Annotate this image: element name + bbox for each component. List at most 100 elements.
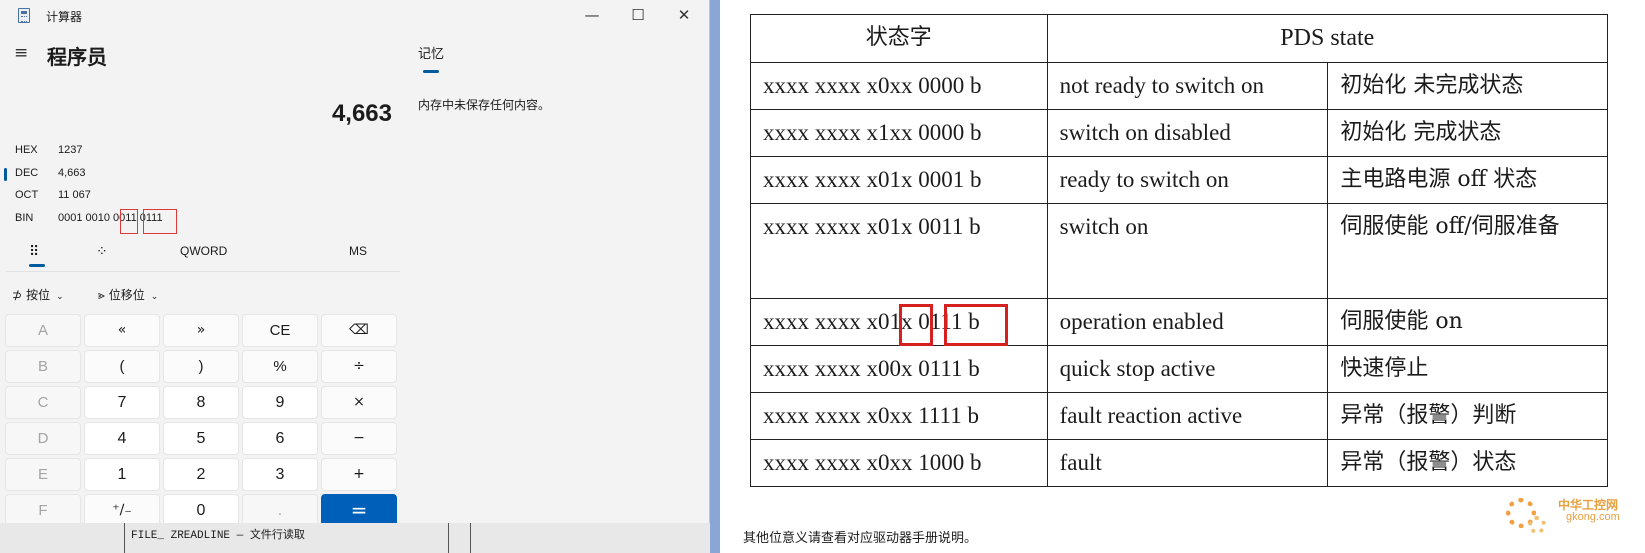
key-hex-d[interactable]: D — [5, 422, 81, 455]
pds-state-cell: fault reaction active — [1046, 392, 1329, 440]
bin-highlight-box — [120, 209, 138, 234]
key-open-paren[interactable]: ( — [84, 350, 160, 383]
divider — [124, 523, 125, 553]
bitwise-icon: ⊅ — [12, 288, 23, 302]
calculator-window: 计算器 — ☐ ✕ ≡ 程序员 记忆 内存中未保存任何内容。 4,663 HEX… — [0, 0, 710, 553]
key-rotate-right[interactable]: » — [163, 314, 239, 347]
status-word-cell: xxxx xxxx x0xx 0000 b — [750, 62, 1048, 110]
table-row: xxxx xxxx x01x 0111 b operation enabled … — [750, 298, 1608, 346]
key-hex-c[interactable]: C — [5, 386, 81, 419]
key-minus[interactable]: − — [321, 422, 397, 455]
description-cell: 伺服使能 on — [1327, 298, 1608, 346]
pds-state-cell: not ready to switch on — [1046, 62, 1329, 110]
status-word-cell: xxxx xxxx x00x 0111 b — [750, 345, 1048, 393]
key-6[interactable]: 6 — [242, 422, 318, 455]
status-word-cell: xxxx xxxx x01x 0001 b — [750, 156, 1048, 204]
key-divide[interactable]: ÷ — [321, 350, 397, 383]
pds-state-table: 状态字 PDS state xxxx xxxx x0xx 0000 b not … — [750, 14, 1609, 487]
table-row: xxxx xxxx x01x 0001 b ready to switch on… — [750, 156, 1608, 204]
key-8[interactable]: 8 — [163, 386, 239, 419]
divider — [6, 271, 400, 272]
word-size-button[interactable]: QWORD — [180, 244, 227, 264]
close-button[interactable]: ✕ — [661, 0, 707, 30]
radix-row-bin[interactable]: BIN 0001 0010 0011 0111 — [0, 209, 400, 229]
table-row: xxxx xxxx x0xx 1000 b fault 异常（报警）状态 — [750, 439, 1608, 487]
table-row: xxxx xxxx x0xx 1111 b fault reaction act… — [750, 392, 1608, 440]
key-close-paren[interactable]: ) — [163, 350, 239, 383]
hamburger-icon[interactable]: ≡ — [14, 45, 34, 62]
key-3[interactable]: 3 — [242, 458, 318, 491]
mode-title: 程序员 — [47, 47, 107, 69]
window-title: 计算器 — [46, 10, 83, 24]
status-word-cell: xxxx xxxx x01x 0011 b — [750, 203, 1048, 299]
key-5[interactable]: 5 — [163, 422, 239, 455]
table-row: xxxx xxxx x0xx 0000 b not ready to switc… — [750, 62, 1608, 110]
memory-tab-indicator — [423, 70, 439, 73]
key-multiply[interactable]: × — [321, 386, 397, 419]
key-9[interactable]: 9 — [242, 386, 318, 419]
result-display: 4,663 — [331, 100, 392, 127]
key-4[interactable]: 4 — [84, 422, 160, 455]
status-word-cell: xxxx xxxx x0xx 1111 b — [750, 392, 1048, 440]
radix-label: DEC — [15, 167, 39, 179]
bit-toggle-keypad-icon[interactable]: ⁘ — [96, 244, 108, 264]
key-hex-e[interactable]: E — [5, 458, 81, 491]
active-radix-indicator — [4, 168, 7, 181]
key-backspace[interactable]: ⌫ — [321, 314, 397, 347]
description-cell: 伺服使能 off/伺服准备 — [1327, 203, 1608, 299]
title-bar[interactable]: 计算器 — ☐ ✕ — [0, 0, 710, 30]
pds-state-cell: switch on disabled — [1046, 109, 1329, 157]
pds-state-cell: switch on — [1046, 203, 1329, 299]
bit-shift-dropdown[interactable]: ⪢ 位移位 ⌄ — [98, 286, 158, 303]
key-plus[interactable]: + — [321, 458, 397, 491]
radix-label: HEX — [15, 144, 38, 156]
desktop-edge — [710, 0, 720, 553]
description-cell: 初始化 未完成状态 — [1327, 62, 1608, 110]
watermark-logo: 中华工控网 gkong.com — [1506, 496, 1645, 546]
radix-value: 4,663 — [58, 167, 86, 179]
memory-store-button[interactable]: MS — [349, 244, 367, 264]
pds-state-cell: fault — [1046, 439, 1329, 487]
key-7[interactable]: 7 — [84, 386, 160, 419]
description-cell: 初始化 完成状态 — [1327, 109, 1608, 157]
pds-state-cell: quick stop active — [1046, 345, 1329, 393]
divider — [470, 523, 471, 553]
maximize-button[interactable]: ☐ — [615, 0, 661, 30]
key-hex-b[interactable]: B — [5, 350, 81, 383]
header-status-word: 状态字 — [750, 14, 1048, 63]
table-header-row: 状态字 PDS state — [750, 14, 1609, 63]
header-pds-state: PDS state — [1046, 14, 1609, 63]
key-rotate-left[interactable]: « — [84, 314, 160, 347]
radix-label: BIN — [15, 212, 34, 224]
pds-state-cell: ready to switch on — [1046, 156, 1329, 204]
radix-row-dec[interactable]: DEC 4,663 — [0, 164, 400, 184]
pds-state-cell: operation enabled — [1046, 298, 1329, 346]
bitwise-label: 按位 — [26, 288, 51, 302]
radix-value: 11 067 — [58, 189, 91, 201]
status-word-highlight-box — [944, 304, 1008, 346]
key-percent[interactable]: % — [242, 350, 318, 383]
chevron-down-icon: ⌄ — [150, 292, 159, 302]
background-window-strip: FILE_ ZREADLINE — 文件行读取 — [0, 523, 710, 553]
tab-memory[interactable]: 记忆 — [418, 43, 444, 62]
key-1[interactable]: 1 — [84, 458, 160, 491]
description-cell: 快速停止 — [1327, 345, 1608, 393]
key-hex-a[interactable]: A — [5, 314, 81, 347]
background-window-text: FILE_ ZREADLINE — 文件行读取 — [131, 530, 305, 542]
status-word-cell: xxxx xxxx x0xx 1000 b — [750, 439, 1048, 487]
bit-shift-label: 位移位 — [108, 288, 145, 302]
description-cell: 异常（报警）状态 — [1327, 439, 1608, 487]
minimize-button[interactable]: — — [569, 0, 615, 30]
radix-row-hex[interactable]: HEX 1237 — [0, 141, 400, 161]
table-row: xxxx xxxx x00x 0111 b quick stop active … — [750, 345, 1608, 393]
gear-icon — [1528, 516, 1546, 534]
calculator-app-icon — [18, 8, 30, 23]
full-keypad-icon[interactable]: ⠿ — [29, 244, 39, 264]
radix-label: OCT — [15, 189, 39, 201]
key-2[interactable]: 2 — [163, 458, 239, 491]
bitwise-dropdown[interactable]: ⊅ 按位 ⌄ — [12, 286, 64, 303]
key-clear-entry[interactable]: CE — [242, 314, 318, 347]
status-word-cell: xxxx xxxx x1xx 0000 b — [750, 109, 1048, 157]
keypad-tab-indicator — [29, 264, 45, 267]
radix-row-oct[interactable]: OCT 11 067 — [0, 186, 400, 206]
